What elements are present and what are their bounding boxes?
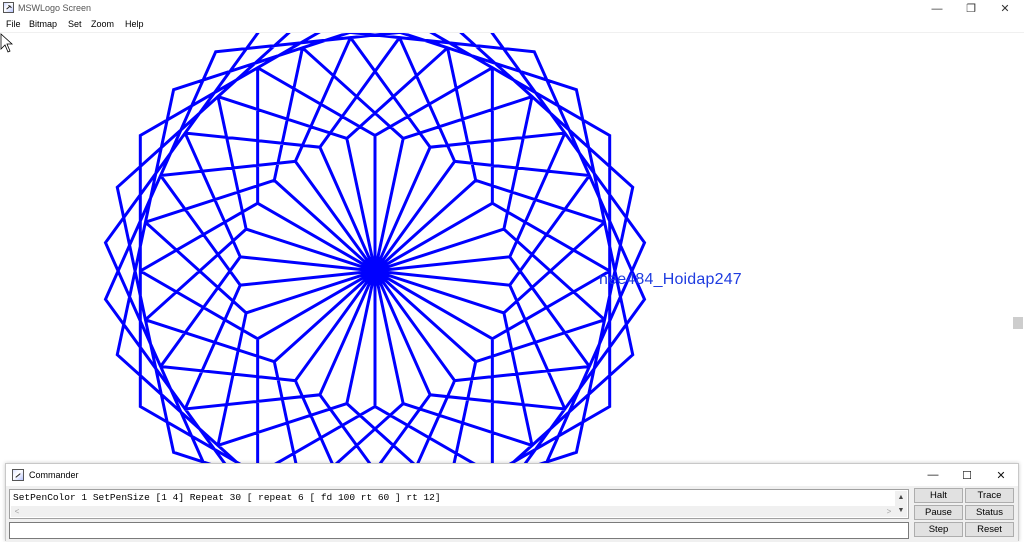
commander-window: Commander — ☐ ✕ SetPenColor 1 SetPenSize…	[5, 463, 1019, 542]
maximize-icon: ☐	[962, 469, 972, 482]
history-vertical-scrollbar[interactable]: ▲ ▼	[895, 491, 907, 517]
vertical-scrollbar[interactable]	[1012, 33, 1024, 463]
menu-bitmap[interactable]: Bitmap	[29, 19, 57, 29]
reset-button[interactable]: Reset	[965, 522, 1014, 537]
restore-icon: ❐	[966, 3, 976, 15]
command-history-list[interactable]: SetPenColor 1 SetPenSize [1 4] Repeat 30…	[9, 489, 909, 519]
minimize-icon: —	[931, 2, 943, 15]
close-icon: ✕	[1000, 3, 1010, 15]
window-title: MSWLogo Screen	[18, 3, 92, 13]
menu-set[interactable]: Set	[68, 19, 82, 29]
commander-body: SetPenColor 1 SetPenSize [1 4] Repeat 30…	[6, 486, 1018, 542]
scroll-down-icon[interactable]: ▼	[895, 504, 907, 516]
hexagon-rosette	[103, 33, 647, 463]
commander-title: Commander	[29, 470, 79, 480]
drawing-canvas[interactable]: nee484_Hoidap247	[0, 33, 1012, 463]
menu-file[interactable]: File	[6, 19, 21, 29]
commander-title-bar: Commander — ☐ ✕	[6, 464, 1018, 486]
minimize-icon: —	[927, 469, 939, 481]
command-input[interactable]	[9, 522, 909, 539]
restore-button[interactable]: ❐	[954, 0, 988, 17]
canvas-text-label: nee484_Hoidap247	[599, 271, 742, 288]
scroll-left-icon[interactable]: <	[11, 506, 23, 517]
menu-bar: File Bitmap Set Zoom Help	[0, 17, 1024, 33]
title-bar: MSWLogo Screen — ❐ ✕	[0, 0, 1024, 17]
turtle-path	[103, 33, 647, 463]
menu-zoom[interactable]: Zoom	[91, 19, 114, 29]
scroll-up-icon[interactable]: ▲	[895, 491, 907, 503]
status-button[interactable]: Status	[965, 505, 1014, 520]
turtle-drawing	[103, 33, 647, 463]
scroll-right-icon[interactable]: >	[883, 506, 895, 517]
step-button[interactable]: Step	[914, 522, 963, 537]
history-line[interactable]: SetPenColor 1 SetPenSize [1 4] Repeat 30…	[13, 492, 441, 503]
app-logo-icon	[3, 2, 14, 13]
scrollbar-thumb[interactable]	[1013, 317, 1023, 329]
halt-button[interactable]: Halt	[914, 488, 963, 503]
close-icon: ✕	[996, 469, 1006, 482]
close-button[interactable]: ✕	[988, 0, 1022, 17]
mouse-cursor-icon	[0, 33, 14, 53]
commander-close-button[interactable]: ✕	[984, 464, 1018, 486]
commander-maximize-button[interactable]: ☐	[950, 464, 984, 486]
trace-button[interactable]: Trace	[965, 488, 1014, 503]
minimize-button[interactable]: —	[920, 0, 954, 17]
history-horizontal-scrollbar[interactable]: < >	[11, 506, 895, 517]
pause-button[interactable]: Pause	[914, 505, 963, 520]
commander-minimize-button[interactable]: —	[916, 464, 950, 486]
menu-help[interactable]: Help	[125, 19, 144, 29]
commander-logo-icon	[12, 469, 24, 481]
